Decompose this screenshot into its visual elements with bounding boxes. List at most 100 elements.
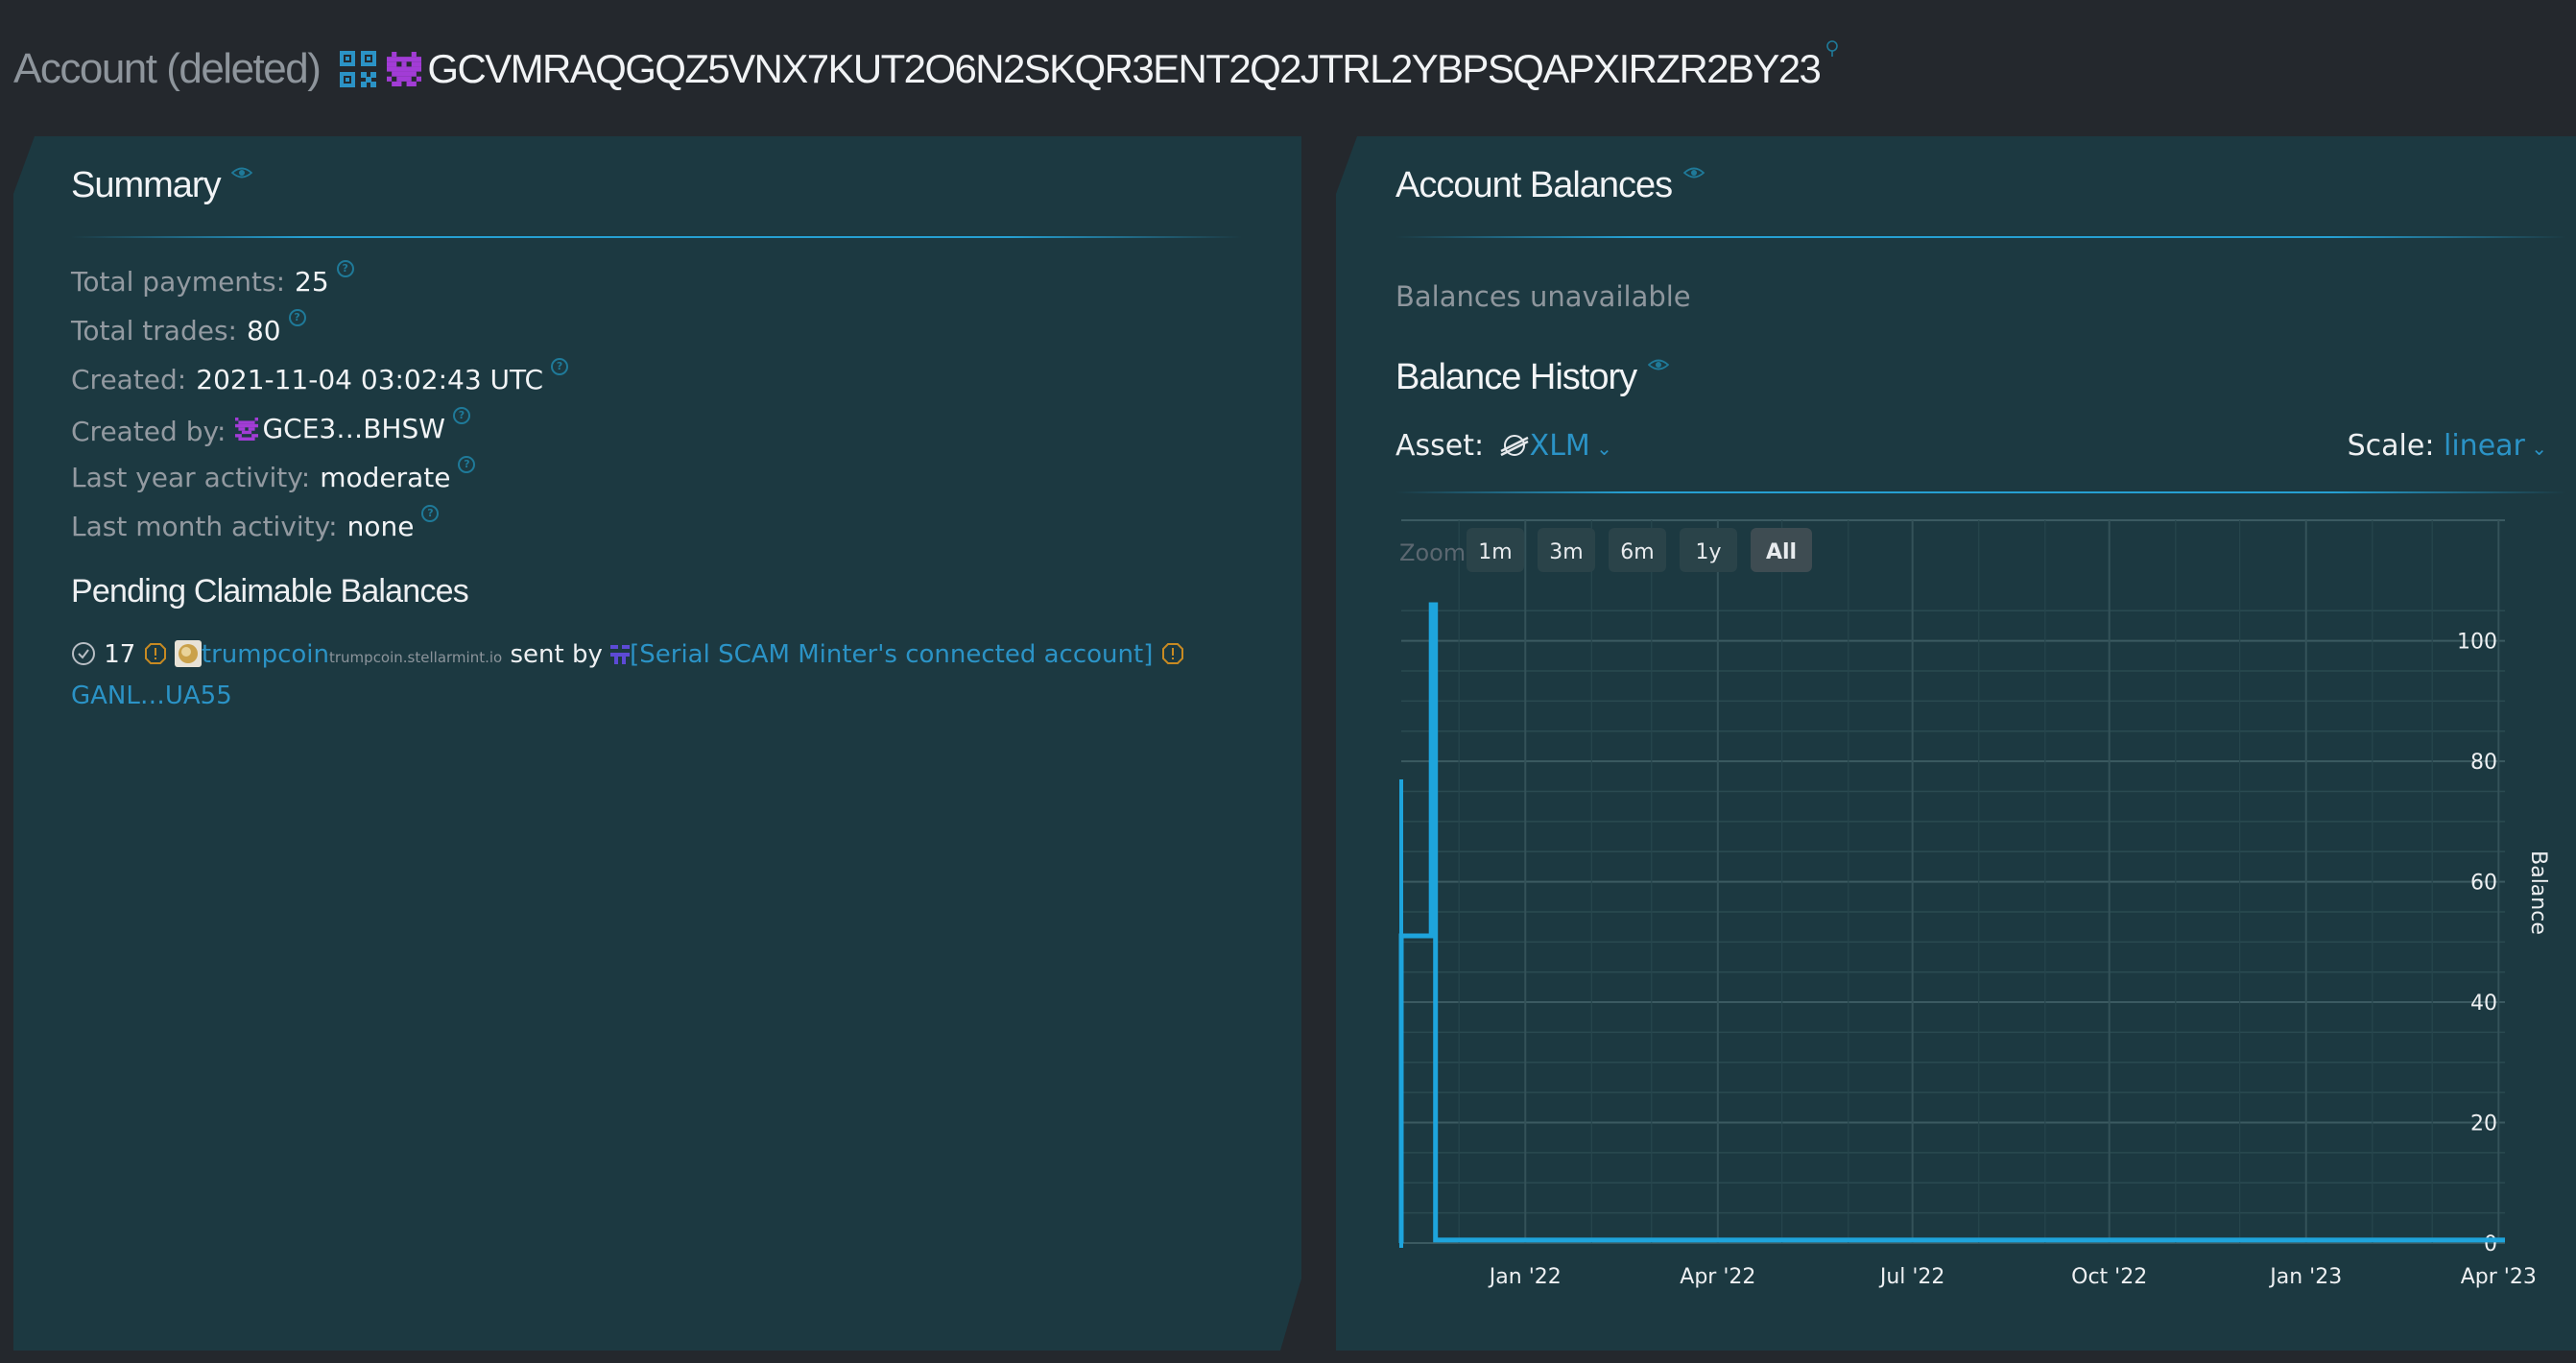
svg-text:1m: 1m bbox=[1478, 540, 1512, 564]
row-label: Last month activity: bbox=[71, 511, 338, 542]
zoom-button-1m[interactable]: 1m bbox=[1467, 528, 1524, 572]
asset-selector-row: Asset: XLM ⌄ Scale: linear ⌄ bbox=[1395, 429, 2547, 467]
help-icon[interactable]: ? bbox=[336, 260, 354, 277]
page-title-prefix: Account (deleted) bbox=[13, 45, 322, 92]
asset-domain: trumpcoin.stellarmint.io bbox=[329, 649, 503, 666]
x-tick-label: Jan '23 bbox=[2268, 1265, 2342, 1289]
x-axis-ticks: Jan '22 Apr '22 Jul '22 Oct '22 Jan '23 Apr '… bbox=[1488, 1265, 2537, 1289]
summary-row-payments: Total payments: 25 ? bbox=[71, 260, 354, 298]
summary-divider bbox=[71, 236, 1242, 238]
warning-icon bbox=[1161, 643, 1183, 664]
asset-divider bbox=[1395, 491, 2566, 493]
x-tick-label: Apr '22 bbox=[1680, 1265, 1755, 1289]
chevron-down-icon: ⌄ bbox=[1589, 437, 1612, 460]
chevron-down-icon: ⌄ bbox=[2524, 437, 2547, 460]
y-tick-label: 60 bbox=[2470, 872, 2497, 896]
balance-history-title: Balance History bbox=[1395, 357, 1669, 398]
svg-text:6m: 6m bbox=[1620, 540, 1654, 564]
zoom-label: Zoom bbox=[1399, 539, 1466, 566]
y-axis-label: Balance bbox=[2526, 850, 2550, 935]
balances-unavailable-text: Balances unavailable bbox=[1395, 280, 1691, 313]
x-tick-label: Jan '22 bbox=[1488, 1265, 1562, 1289]
asset-value: XLM bbox=[1529, 429, 1590, 463]
summary-row-month-activity: Last month activity: none ? bbox=[71, 505, 440, 542]
zoom-button-all[interactable]: All bbox=[1751, 528, 1812, 572]
row-value: moderate bbox=[320, 462, 451, 493]
zoom-button-6m[interactable]: 6m bbox=[1609, 528, 1666, 572]
help-icon[interactable]: ? bbox=[551, 358, 569, 375]
svg-text:All: All bbox=[1766, 540, 1797, 564]
account-identicon-icon bbox=[387, 52, 422, 86]
row-value: 80 bbox=[246, 315, 281, 347]
row-value: none bbox=[346, 511, 415, 542]
row-label: Created: bbox=[71, 364, 187, 395]
y-axis-ticks: 0 20 40 60 80 100 bbox=[2457, 631, 2497, 1256]
x-tick-label: Oct '22 bbox=[2071, 1265, 2147, 1289]
stellar-logo-icon bbox=[1500, 435, 1529, 457]
svg-text:1y: 1y bbox=[1695, 540, 1721, 564]
balance-history-chart: Zoom 1m 3m 6m 1y All Jan '22 Apr '22 Jul '22 Oc… bbox=[1398, 519, 2550, 1289]
summary-row-year-activity: Last year activity: moderate ? bbox=[71, 456, 476, 493]
x-tick-label: Apr '23 bbox=[2461, 1265, 2537, 1289]
summary-panel: Summary Total payments: 25 ? Total trade… bbox=[13, 136, 1301, 1351]
creator-account-link[interactable]: GCE3…BHSW bbox=[235, 413, 445, 444]
chart-grid bbox=[1401, 519, 2505, 1244]
row-label: Created by: bbox=[71, 415, 227, 447]
summary-title: Summary bbox=[71, 165, 253, 206]
zoom-controls: Zoom 1m 3m 6m 1y All bbox=[1399, 528, 1812, 572]
creator-account-text: GCE3…BHSW bbox=[262, 413, 445, 444]
scale-value: linear bbox=[2444, 429, 2525, 463]
asset-link[interactable]: trumpcoin bbox=[202, 640, 329, 669]
summary-row-trades: Total trades: 80 ? bbox=[71, 309, 306, 347]
page-header: Account (deleted) GCVMRAQGQZ5VNX7KUT2O6N… bbox=[13, 38, 1839, 100]
y-tick-label: 100 bbox=[2457, 631, 2497, 655]
pending-balance-item: 17 trumpcointrumpcoin.stellarmint.io sen… bbox=[71, 635, 1261, 715]
balances-title: Account Balances bbox=[1395, 165, 1705, 206]
y-tick-label: 0 bbox=[2484, 1232, 2497, 1256]
eye-icon[interactable] bbox=[1682, 165, 1705, 180]
help-icon[interactable]: ? bbox=[452, 407, 470, 424]
summary-title-text: Summary bbox=[71, 165, 222, 205]
pending-amount: 17 bbox=[104, 640, 136, 669]
recipient-link[interactable]: GANL…UA55 bbox=[71, 682, 232, 710]
help-icon[interactable]: ? bbox=[458, 456, 476, 473]
sender-link[interactable]: [Serial SCAM Minter's connected account] bbox=[630, 640, 1153, 669]
creator-identicon-icon bbox=[235, 417, 259, 441]
balance-history-title-text: Balance History bbox=[1395, 357, 1637, 397]
row-label: Last year activity: bbox=[71, 462, 311, 493]
summary-row-created-by: Created by: GCE3…BHSW ? bbox=[71, 407, 470, 447]
check-circle-icon bbox=[72, 642, 95, 665]
balances-divider bbox=[1395, 236, 2566, 238]
asset-dropdown[interactable]: XLM ⌄ bbox=[1493, 429, 1612, 463]
y-axis-bar bbox=[1399, 779, 1403, 1248]
help-icon[interactable]: ? bbox=[288, 309, 306, 326]
scale-selector: Scale: linear ⌄ bbox=[2348, 429, 2547, 463]
eye-icon[interactable] bbox=[1647, 357, 1669, 372]
row-value: 25 bbox=[295, 266, 329, 298]
balances-title-text: Account Balances bbox=[1395, 165, 1673, 205]
svg-text:3m: 3m bbox=[1549, 540, 1583, 564]
sender-identicon-icon bbox=[610, 645, 631, 664]
row-label: Total payments: bbox=[71, 266, 286, 298]
qr-code-icon[interactable] bbox=[339, 50, 377, 88]
y-tick-label: 20 bbox=[2470, 1112, 2497, 1136]
warning-icon bbox=[144, 643, 166, 664]
eye-icon[interactable] bbox=[231, 165, 253, 180]
scale-label: Scale: bbox=[2347, 429, 2435, 463]
account-address: GCVMRAQGQZ5VNX7KUT2O6N2SKQR3ENT2Q2JTRL2Y… bbox=[427, 46, 1821, 91]
row-label: Total trades: bbox=[71, 315, 237, 347]
scale-dropdown[interactable]: linear ⌄ bbox=[2444, 429, 2547, 463]
pending-balances-title: Pending Claimable Balances bbox=[71, 573, 469, 610]
zoom-button-1y[interactable]: 1y bbox=[1680, 528, 1737, 572]
x-tick-label: Jul '22 bbox=[1878, 1265, 1945, 1289]
help-icon[interactable]: ? bbox=[421, 505, 440, 522]
sent-by-label: sent by bbox=[510, 640, 603, 669]
asset-label: Asset: bbox=[1395, 429, 1485, 463]
y-tick-label: 40 bbox=[2470, 992, 2497, 1016]
address-info-icon[interactable] bbox=[1825, 40, 1839, 58]
row-value: 2021-11-04 03:02:43 UTC bbox=[196, 364, 544, 395]
summary-row-created: Created: 2021-11-04 03:02:43 UTC ? bbox=[71, 358, 569, 395]
asset-logo-icon bbox=[174, 640, 202, 667]
zoom-button-3m[interactable]: 3m bbox=[1538, 528, 1595, 572]
y-tick-label: 80 bbox=[2470, 751, 2497, 775]
